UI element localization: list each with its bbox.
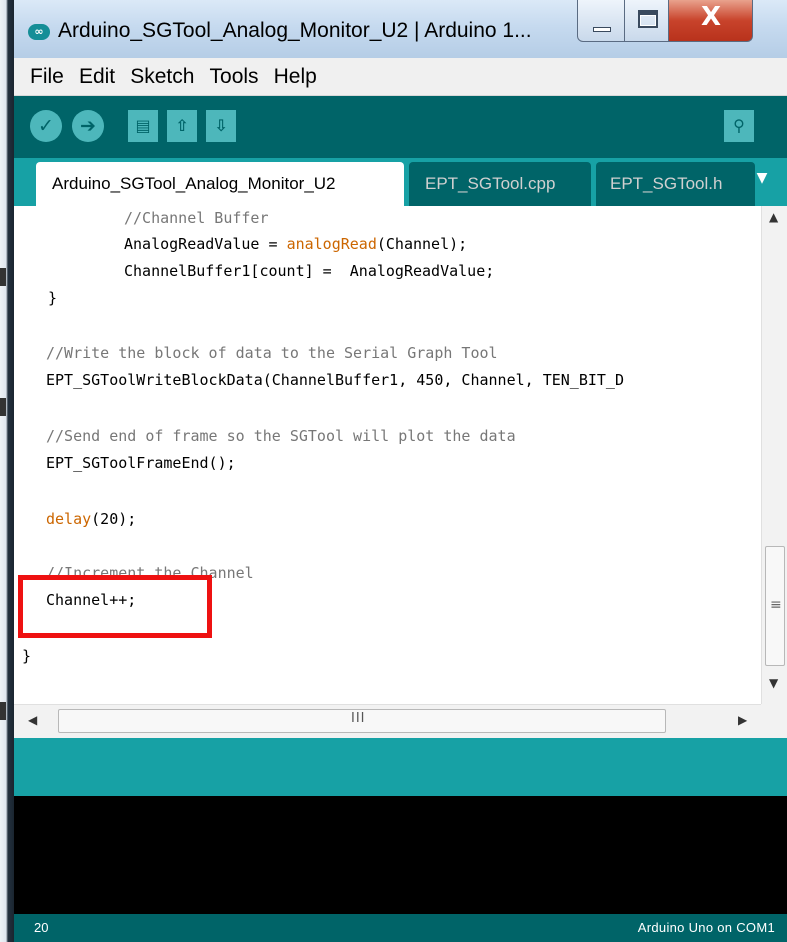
open-sketch-button[interactable]: ⇧ [167,110,197,142]
serial-monitor-button[interactable]: ⚲ [724,110,754,142]
code-line: } [48,289,58,307]
code-line: } [22,647,32,665]
tab-bar: Arduino_SGTool_Analog_Monitor_U2 EPT_SGT… [14,158,787,206]
arduino-infinity-icon: ∞ [28,24,50,40]
title-bar[interactable]: ∞ Arduino_SGTool_Analog_Monitor_U2 | Ard… [14,0,787,58]
code-line: AnalogReadValue = analogRead(Channel); [124,235,467,255]
code-line: EPT_SGToolFrameEnd(); [46,454,236,472]
menu-edit[interactable]: Edit [79,65,115,89]
vertical-scrollbar[interactable]: ▲ ≡ ▼ [761,206,787,704]
horizontal-scrollbar[interactable]: ◀ III ▶ [14,704,761,738]
code-token: (20); [91,510,137,528]
verify-button[interactable]: ✓ [30,110,62,142]
desktop-background-edge [0,0,14,942]
window-title: Arduino_SGTool_Analog_Monitor_U2 | Ardui… [58,19,532,42]
line-number: 20 [34,920,49,935]
edge-mark [0,702,6,720]
code-token: (Channel); [376,235,468,253]
edge-mark [0,268,6,286]
code-keyword: delay [46,510,92,528]
code-line: //Channel Buffer [124,209,269,227]
menu-bar: File Edit Sketch Tools Help [14,58,787,96]
grip-icon: III [351,711,366,726]
code-line: //Write the block of data to the Serial … [46,344,498,362]
new-sketch-button[interactable]: ▤ [128,110,158,142]
red-highlight-box [18,575,212,638]
scroll-left-icon[interactable]: ◀ [28,713,37,727]
message-area [14,738,787,796]
tab-sgtool-h[interactable]: EPT_SGTool.h [596,162,755,206]
scroll-down-icon[interactable]: ▼ [769,676,778,690]
maximize-button[interactable] [625,0,669,42]
menu-file[interactable]: File [30,65,64,89]
vertical-scroll-thumb[interactable]: ≡ [765,546,785,666]
save-sketch-button[interactable]: ⇩ [206,110,236,142]
upload-button[interactable]: ➔ [72,110,104,142]
minimize-button[interactable] [577,0,625,42]
code-keyword: analogRead [286,235,377,253]
code-line: ChannelBuffer1[count] = AnalogReadValue; [124,262,495,280]
tab-sgtool-cpp[interactable]: EPT_SGTool.cpp [409,162,591,206]
maximize-icon [638,10,658,28]
grip-icon: ≡ [770,597,782,613]
code-line: EPT_SGToolWriteBlockData(ChannelBuffer1,… [46,371,624,389]
arduino-ide-window: ∞ Arduino_SGTool_Analog_Monitor_U2 | Ard… [14,0,787,942]
menu-help[interactable]: Help [274,65,317,89]
tab-menu-arrow-icon[interactable]: ▼ [747,170,777,190]
status-bar: 20 Arduino Uno on COM1 [14,914,787,942]
menu-tools[interactable]: Tools [210,65,259,89]
toolbar: ✓ ➔ ▤ ⇧ ⇩ ⚲ [14,96,787,158]
scroll-right-icon[interactable]: ▶ [738,713,747,727]
code-token: AnalogReadValue = [124,235,287,253]
code-line: //Send end of frame so the SGTool will p… [46,427,516,445]
menu-sketch[interactable]: Sketch [130,65,194,89]
close-icon: X [700,2,722,32]
board-port-label: Arduino Uno on COM1 [637,920,775,935]
code-editor[interactable]: //Channel Buffer AnalogReadValue = analo… [14,206,787,704]
minimize-icon [593,27,611,32]
close-button[interactable]: X [669,0,753,42]
code-line: delay(20); [46,510,136,530]
console-output[interactable] [14,796,787,914]
edge-mark [0,398,6,416]
horizontal-scroll-thumb[interactable]: III [58,709,666,733]
scroll-up-icon[interactable]: ▲ [769,210,778,224]
tab-main-sketch[interactable]: Arduino_SGTool_Analog_Monitor_U2 [36,162,404,206]
scroll-corner [761,704,787,738]
